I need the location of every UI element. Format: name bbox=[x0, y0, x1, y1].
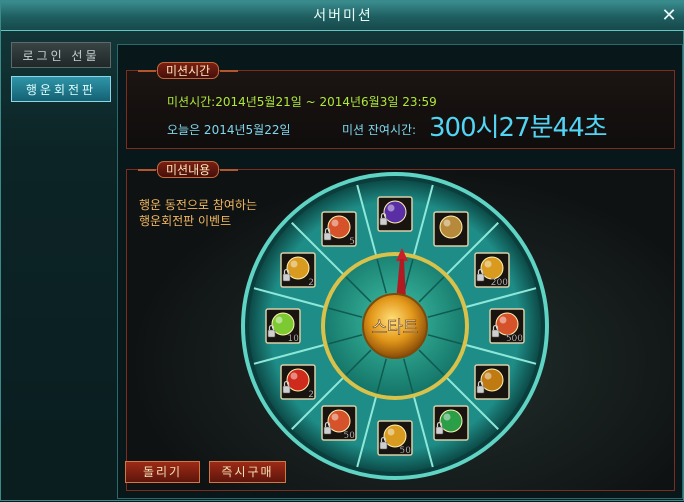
wheel-slot[interactable]: 200 bbox=[474, 252, 510, 288]
lock-icon bbox=[491, 329, 500, 338]
slot-count: 5 bbox=[349, 237, 355, 247]
lock-icon bbox=[323, 232, 332, 241]
chain-whip-icon bbox=[439, 215, 463, 239]
icon-highlight bbox=[290, 260, 298, 268]
icon-highlight bbox=[331, 219, 339, 227]
wheel-slot[interactable] bbox=[377, 196, 413, 232]
lucky-wheel: 200 500 50 50 2 10 2 5 스타트 bbox=[241, 172, 549, 480]
icon-highlight bbox=[484, 372, 492, 380]
wheel-slot[interactable]: 2 bbox=[280, 364, 316, 400]
lock-icon bbox=[267, 329, 276, 338]
slot-count: 50 bbox=[344, 431, 356, 441]
instant-buy-button[interactable]: 즉시구매 bbox=[209, 461, 286, 483]
lock-icon bbox=[476, 273, 485, 282]
start-label[interactable]: 스타트 bbox=[371, 318, 419, 339]
wheel-slot[interactable] bbox=[433, 211, 469, 247]
server-mission-window: 서버미션 ✕ 로그인 선물 행운회전판 미션시간 미션시간:2014년5월21일… bbox=[0, 0, 684, 501]
wheel-slot[interactable]: 50 bbox=[321, 405, 357, 441]
wheel-slot[interactable]: 10 bbox=[265, 308, 301, 344]
wheel-slot[interactable] bbox=[433, 405, 469, 441]
lock-icon bbox=[379, 217, 388, 226]
icon-highlight bbox=[290, 372, 298, 380]
lock-icon bbox=[476, 385, 485, 394]
lock-icon bbox=[282, 385, 291, 394]
wheel-slot[interactable]: 2 bbox=[280, 252, 316, 288]
icon-highlight bbox=[443, 413, 451, 421]
slot-count: 500 bbox=[506, 334, 523, 344]
icon-highlight bbox=[443, 219, 451, 227]
wheel-body: 200 500 50 50 2 10 2 5 스타트 bbox=[241, 172, 549, 480]
spin-button[interactable]: 돌리기 bbox=[125, 461, 200, 483]
slot-count: 200 bbox=[491, 278, 508, 288]
lock-icon bbox=[379, 441, 388, 450]
slot-count: 10 bbox=[288, 334, 300, 344]
slot-count: 2 bbox=[308, 390, 314, 400]
lock-icon bbox=[282, 273, 291, 282]
icon-highlight bbox=[387, 204, 395, 212]
icon-highlight bbox=[331, 413, 339, 421]
wheel-slot[interactable]: 50 bbox=[377, 420, 413, 456]
wheel-slot[interactable] bbox=[474, 364, 510, 400]
lock-icon bbox=[435, 426, 444, 435]
slot-count: 50 bbox=[400, 446, 412, 456]
icon-highlight bbox=[387, 428, 395, 436]
icon-highlight bbox=[275, 316, 283, 324]
icon-highlight bbox=[499, 316, 507, 324]
slot-count: 2 bbox=[308, 278, 314, 288]
wheel-slot[interactable]: 5 bbox=[321, 211, 357, 247]
wheel-slot[interactable]: 500 bbox=[489, 308, 525, 344]
lock-icon bbox=[323, 426, 332, 435]
icon-highlight bbox=[484, 260, 492, 268]
